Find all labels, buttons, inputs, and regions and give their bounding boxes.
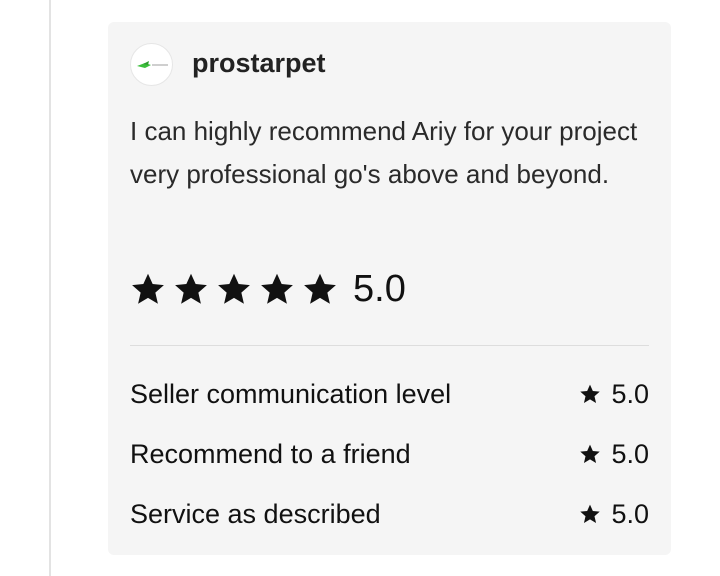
divider (130, 345, 649, 346)
sub-rating-score: 5.0 (579, 379, 649, 410)
sub-rating-row: Recommend to a friend 5.0 (130, 436, 649, 472)
star-icon (304, 273, 336, 304)
reviewer-username[interactable]: prostarpet (192, 47, 326, 79)
sub-rating-row: Seller communication level 5.0 (130, 376, 649, 412)
sub-rating-score: 5.0 (579, 499, 649, 530)
sub-rating-label: Seller communication level (130, 378, 452, 409)
review-card: prostarpet I can highly recommend Ariy f… (108, 22, 671, 555)
star-icon (261, 273, 293, 304)
sub-rating-value: 5.0 (611, 378, 649, 409)
star-icon (580, 384, 601, 403)
review-text: I can highly recommend Ariy for your pro… (130, 116, 638, 189)
sub-rating-label: Service as described (130, 498, 381, 529)
star-icon (580, 504, 601, 523)
avatar[interactable] (130, 43, 173, 86)
sub-rating-row: Service as described 5.0 (130, 496, 649, 532)
sub-rating-value: 5.0 (611, 438, 649, 469)
star-icon (132, 273, 164, 304)
sub-rating-value: 5.0 (611, 498, 649, 529)
left-divider-line (49, 0, 51, 576)
green-logo-icon (137, 61, 168, 68)
star-icon (580, 444, 601, 463)
sub-rating-label: Recommend to a friend (130, 438, 411, 469)
star-rating: 5.0 (130, 268, 406, 310)
star-icon (175, 273, 207, 304)
sub-rating-score: 5.0 (579, 439, 649, 470)
overall-rating-value: 5.0 (353, 268, 406, 310)
star-icon (218, 273, 250, 304)
